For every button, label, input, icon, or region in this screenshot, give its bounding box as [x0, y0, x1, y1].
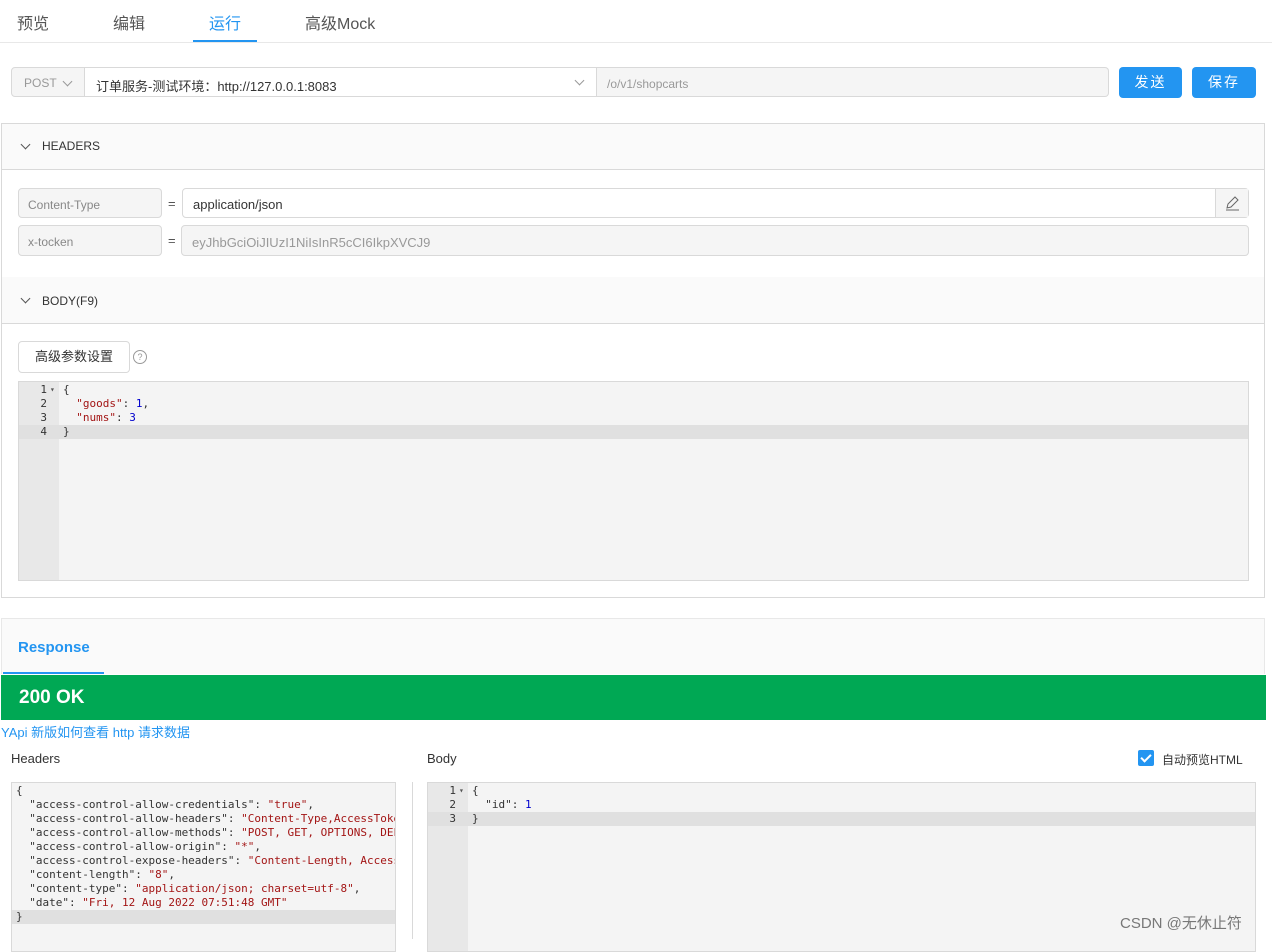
header-value-input[interactable]: application/json — [182, 188, 1249, 218]
code-line: "date": "Fri, 12 Aug 2022 07:51:48 GMT" — [16, 896, 288, 909]
line-number: 1 — [449, 784, 456, 797]
code-line: "access-control-expose-headers": "Conten… — [16, 854, 396, 867]
line-number: 4 — [40, 425, 47, 438]
header-value-text: eyJhbGciOiJIUzI1NiIsInR5cCI6IkpXVCJ9 — [192, 235, 431, 250]
line-number: 3 — [40, 411, 47, 424]
body-panel-title: BODY(F9) — [42, 294, 99, 308]
response-body-label: Body — [427, 751, 457, 766]
active-line-highlight — [12, 910, 395, 924]
response-divider — [412, 782, 413, 939]
chevron-down-icon — [62, 76, 73, 87]
code-line: "access-control-allow-origin": "*", — [16, 840, 262, 853]
code-line: } — [472, 812, 479, 825]
chevron-down-icon — [20, 293, 31, 304]
response-tabs-bar — [1, 618, 1265, 674]
help-link[interactable]: YApi 新版如何查看 http 请求数据 — [1, 722, 190, 741]
code-line: { — [472, 784, 479, 797]
code-line: "content-length": "8", — [16, 868, 175, 881]
advanced-settings-button[interactable]: 高级参数设置 — [18, 341, 130, 373]
line-number: 1 — [40, 383, 47, 396]
method-select[interactable]: POST — [11, 67, 85, 97]
environment-select[interactable]: 订单服务-测试环境：http://127.0.0.1:8083 — [85, 67, 597, 97]
active-line-highlight — [428, 812, 1255, 826]
code-line: { — [63, 383, 70, 396]
code-line: "id": 1 — [472, 798, 532, 811]
header-key-value: Content-Type — [28, 198, 101, 212]
tabs-divider — [0, 42, 1272, 43]
preview-html-checkbox[interactable] — [1138, 750, 1154, 766]
code-line: "access-control-allow-credentials": "tru… — [16, 798, 315, 811]
chevron-down-icon — [574, 75, 585, 86]
headers-panel-title: HEADERS — [42, 139, 101, 153]
code-line: "access-control-allow-headers": "Content… — [16, 812, 396, 825]
code-line: "content-type": "application/json; chars… — [16, 882, 361, 895]
send-button[interactable]: 发送 — [1119, 67, 1182, 98]
status-text: 200 OK — [19, 687, 85, 708]
path-value: /o/v1/shopcarts — [607, 77, 689, 91]
equals-sign: = — [168, 233, 176, 248]
code-line: "goods": 1, — [76, 397, 150, 410]
body-panel-header[interactable]: BODY(F9) — [2, 277, 1264, 324]
watermark: CSDN @无休止符 — [1120, 915, 1242, 932]
response-tab-indicator — [3, 672, 104, 674]
path-input[interactable]: /o/v1/shopcarts — [597, 67, 1109, 97]
code-line: { — [16, 784, 23, 797]
chevron-down-icon — [20, 139, 31, 150]
fold-arrow-icon[interactable]: ▾ — [459, 786, 464, 795]
code-line: "nums": 3 — [76, 411, 136, 424]
status-banner: 200 OK — [1, 675, 1266, 720]
active-tab-indicator — [193, 40, 257, 42]
edit-button[interactable] — [1215, 189, 1248, 217]
fold-arrow-icon[interactable]: ▾ — [50, 385, 55, 394]
header-key-value: x-tocken — [28, 235, 74, 249]
pencil-icon — [1226, 196, 1239, 211]
header-value-input[interactable]: eyJhbGciOiJIUzI1NiIsInR5cCI6IkpXVCJ9 — [181, 225, 1249, 256]
tab-edit[interactable]: 编辑 — [113, 10, 145, 34]
method-label: POST — [24, 76, 57, 90]
help-icon[interactable]: ? — [133, 350, 147, 364]
response-headers-label: Headers — [11, 751, 61, 766]
tab-advanced-mock[interactable]: 高级Mock — [305, 10, 375, 34]
request-body-editor[interactable]: 1 2 3 4 ▾ { "goods": 1, "nums": 3 } — [18, 381, 1249, 581]
response-headers-viewer[interactable]: { "access-control-allow-credentials": "t… — [11, 782, 396, 952]
active-line-highlight — [19, 425, 1248, 439]
equals-sign: = — [168, 196, 176, 211]
tab-run[interactable]: 运行 — [209, 10, 241, 34]
line-number: 2 — [449, 798, 456, 811]
code-line: } — [16, 910, 23, 923]
header-key-input[interactable]: Content-Type — [18, 188, 162, 218]
header-key-input[interactable]: x-tocken — [18, 225, 162, 256]
environment-label: 订单服务-测试环境：http://127.0.0.1:8083 — [96, 79, 337, 94]
preview-html-label[interactable]: 自动预览HTML — [1162, 751, 1243, 768]
save-button[interactable]: 保存 — [1192, 67, 1256, 98]
line-number: 3 — [449, 812, 456, 825]
code-line: } — [63, 425, 70, 438]
header-value-text: application/json — [193, 197, 283, 212]
tab-preview[interactable]: 预览 — [17, 10, 49, 34]
code-line: "access-control-allow-methods": "POST, G… — [16, 826, 396, 839]
tab-response[interactable]: Response — [18, 639, 90, 656]
headers-panel-header[interactable]: HEADERS — [2, 124, 1264, 170]
line-number: 2 — [40, 397, 47, 410]
